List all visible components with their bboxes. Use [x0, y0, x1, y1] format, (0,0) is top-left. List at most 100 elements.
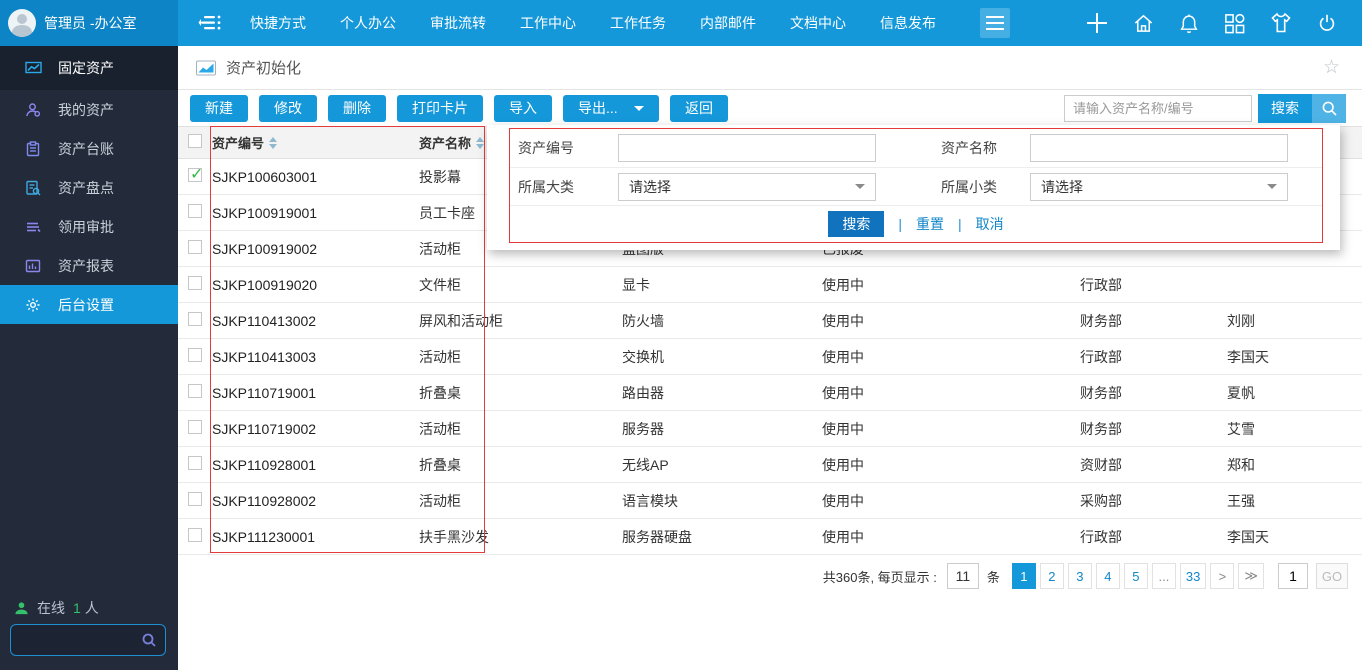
major-category-select[interactable]: 请选择 — [618, 173, 876, 201]
cell-asset-status: 使用中 — [820, 527, 1078, 547]
sidebar-item-asset-ledger[interactable]: 资产台账 — [0, 129, 178, 168]
current-user[interactable]: 管理员 -办公室 — [0, 0, 178, 46]
sidebar-item-asset-inventory[interactable]: 资产盘点 — [0, 168, 178, 207]
page-number-button[interactable]: 1 — [1012, 563, 1036, 589]
favorite-star-icon[interactable]: ☆ — [1323, 56, 1340, 79]
nav-item-work-center[interactable]: 工作中心 — [520, 13, 576, 33]
sidebar-item-asset-reports[interactable]: 资产报表 — [0, 246, 178, 285]
row-checkbox[interactable] — [188, 456, 202, 470]
row-checkbox[interactable] — [188, 348, 202, 362]
cell-asset-status: 使用中 — [820, 311, 1078, 331]
page-number-button[interactable]: ... — [1152, 563, 1176, 589]
page-number-button[interactable]: 33 — [1180, 563, 1206, 589]
table-row[interactable]: SJKP110719001 折叠桌 路由器 使用中 财务部 夏帆 — [178, 375, 1362, 411]
row-checkbox[interactable] — [188, 276, 202, 290]
last-page-button[interactable]: ≫ — [1238, 563, 1264, 589]
nav-item-shortcuts[interactable]: 快捷方式 — [250, 13, 306, 33]
print-card-button[interactable]: 打印卡片 — [397, 95, 483, 122]
sort-icon[interactable] — [269, 137, 277, 149]
nav-item-personal-office[interactable]: 个人办公 — [340, 13, 396, 33]
nav-item-internal-mail[interactable]: 内部邮件 — [700, 13, 756, 33]
theme-shirt-icon[interactable] — [1269, 12, 1293, 34]
cell-asset-name: 扶手黑沙发 — [417, 527, 620, 547]
sidebar-item-my-assets[interactable]: 我的资产 — [0, 90, 178, 129]
quick-search-input[interactable] — [1064, 95, 1252, 122]
row-checkbox[interactable] — [188, 204, 202, 218]
field-label-major-category: 所属大类 — [510, 177, 618, 197]
cell-asset-item: 路由器 — [620, 383, 820, 403]
nav-item-approval-flow[interactable]: 审批流转 — [430, 13, 486, 33]
row-checkbox[interactable] — [188, 528, 202, 542]
plus-icon[interactable] — [1085, 11, 1109, 35]
nav-item-work-tasks[interactable]: 工作任务 — [610, 13, 666, 33]
delete-button[interactable]: 删除 — [328, 95, 386, 122]
online-count: 1 — [73, 600, 81, 616]
cell-asset-name: 活动柜 — [417, 491, 620, 511]
table-row[interactable]: SJKP110928002 活动柜 语言模块 使用中 采购部 王强 — [178, 483, 1362, 519]
advanced-search-panel: 资产编号 资产名称 所属大类 请选择 所属小类 请选择 — [487, 125, 1340, 250]
row-checkbox[interactable] — [188, 492, 202, 506]
top-navigation-bar: 管理员 -办公室 快捷方式 个人办公 审批流转 工作中心 工作任务 内部邮件 文… — [0, 0, 1362, 46]
import-button[interactable]: 导入 — [494, 95, 552, 122]
select-all-checkbox[interactable] — [188, 134, 202, 148]
cancel-button[interactable]: 取消 — [976, 214, 1004, 234]
asset-code-input[interactable] — [618, 134, 876, 162]
cell-asset-name: 折叠桌 — [417, 455, 620, 475]
power-icon[interactable] — [1316, 12, 1338, 35]
table-row[interactable]: SJKP110928001 折叠桌 无线AP 使用中 资财部 郑和 — [178, 447, 1362, 483]
table-row[interactable]: SJKP110413003 活动柜 交换机 使用中 行政部 李国天 — [178, 339, 1362, 375]
clipboard-icon — [24, 140, 42, 158]
online-label: 在线 — [37, 598, 65, 618]
apps-grid-icon[interactable] — [1223, 12, 1246, 35]
sidebar-search-input[interactable] — [11, 633, 141, 648]
cell-asset-code: SJKP111230001 — [210, 529, 417, 545]
panel-search-button[interactable]: 搜索 — [828, 211, 884, 237]
new-button[interactable]: 新建 — [190, 95, 248, 122]
row-checkbox[interactable] — [188, 240, 202, 254]
nav-item-document-center[interactable]: 文档中心 — [790, 13, 846, 33]
sidebar-item-requisition-approval[interactable]: 领用审批 — [0, 207, 178, 246]
page-size-unit: 条 — [987, 567, 1000, 586]
row-checkbox[interactable] — [188, 312, 202, 326]
edit-button[interactable]: 修改 — [259, 95, 317, 122]
table-row[interactable]: SJKP100919020 文件柜 显卡 使用中 行政部 — [178, 267, 1362, 303]
row-checkbox[interactable] — [188, 384, 202, 398]
cell-user: 王强 — [1225, 491, 1362, 511]
hamburger-menu-icon[interactable] — [980, 8, 1010, 38]
row-checkbox[interactable] — [188, 420, 202, 434]
sidebar-item-fixed-assets[interactable]: 固定资产 — [0, 46, 178, 90]
nav-item-info-publish[interactable]: 信息发布 — [880, 13, 936, 33]
reset-button[interactable]: 重置 — [916, 214, 944, 234]
export-dropdown-button[interactable]: 导出... — [563, 95, 659, 122]
page-number-button[interactable]: 4 — [1096, 563, 1120, 589]
online-status: 在线 1 人 — [0, 598, 178, 618]
sort-icon[interactable] — [476, 137, 484, 149]
table-row[interactable]: SJKP111230001 扶手黑沙发 服务器硬盘 使用中 行政部 李国天 — [178, 519, 1362, 555]
asset-name-input[interactable] — [1030, 134, 1288, 162]
cell-asset-status: 使用中 — [820, 347, 1078, 367]
page-number-button[interactable]: 5 — [1124, 563, 1148, 589]
page-number-button[interactable]: 2 — [1040, 563, 1064, 589]
minor-category-select[interactable]: 请选择 — [1030, 173, 1288, 201]
search-icon[interactable] — [141, 632, 157, 648]
list-menu-icon[interactable] — [198, 12, 224, 34]
sidebar-item-label: 我的资产 — [58, 100, 114, 120]
sidebar-search-box — [10, 624, 166, 656]
go-button[interactable]: GO — [1316, 563, 1348, 589]
back-button[interactable]: 返回 — [670, 95, 728, 122]
search-button[interactable]: 搜索 — [1258, 94, 1312, 123]
row-checkbox[interactable] — [188, 168, 202, 182]
table-row[interactable]: SJKP110719002 活动柜 服务器 使用中 财务部 艾雪 — [178, 411, 1362, 447]
home-icon[interactable] — [1132, 12, 1155, 35]
sidebar-item-backend-settings[interactable]: 后台设置 — [0, 285, 178, 324]
table-row[interactable]: SJKP110413002 屏风和活动柜 防火墙 使用中 财务部 刘刚 — [178, 303, 1362, 339]
page-number-button[interactable]: 3 — [1068, 563, 1092, 589]
jump-page-input[interactable] — [1278, 563, 1308, 589]
cell-asset-code: SJKP110719001 — [210, 385, 417, 401]
cell-asset-name: 文件柜 — [417, 275, 620, 295]
search-magnifier-button[interactable] — [1312, 94, 1346, 123]
cell-asset-status: 使用中 — [820, 455, 1078, 475]
bell-icon[interactable] — [1178, 12, 1200, 35]
next-page-button[interactable]: > — [1210, 563, 1234, 589]
page-size-input[interactable] — [947, 563, 979, 589]
